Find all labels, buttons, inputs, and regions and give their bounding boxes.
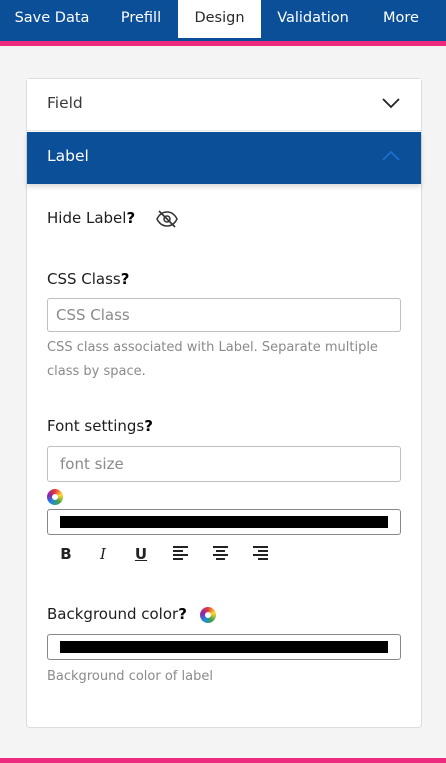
- background-color-label: Background color?: [47, 605, 187, 623]
- tab-validation[interactable]: Validation: [261, 0, 365, 38]
- background-color-picker[interactable]: [47, 634, 401, 660]
- accordion-field-title: Field: [47, 94, 83, 112]
- align-right-icon[interactable]: [253, 545, 269, 561]
- font-size-input[interactable]: [47, 446, 401, 482]
- css-class-text: CSS Class: [47, 270, 121, 288]
- italic-button[interactable]: I: [92, 543, 114, 565]
- align-center-icon[interactable]: [213, 545, 229, 561]
- help-icon[interactable]: ?: [144, 417, 153, 435]
- help-icon[interactable]: ?: [178, 605, 187, 623]
- font-settings-text: Font settings: [47, 417, 145, 435]
- css-class-label: CSS Class?: [47, 270, 129, 288]
- font-settings-label: Font settings?: [47, 417, 153, 435]
- background-color-text: Background color: [47, 605, 179, 623]
- hide-label-label: Hide Label?: [47, 209, 135, 227]
- help-icon[interactable]: ?: [126, 209, 135, 227]
- underline-button[interactable]: U: [130, 543, 152, 565]
- accordion-label-title: Label: [47, 147, 89, 165]
- accordion-field-header[interactable]: Field: [27, 79, 421, 131]
- help-icon[interactable]: ?: [121, 270, 130, 288]
- tab-bar: Save Data Prefill Design Validation More: [0, 0, 446, 46]
- tab-design[interactable]: Design: [178, 0, 261, 38]
- bottom-accent-bar: [0, 758, 446, 763]
- color-wheel-icon[interactable]: [47, 489, 63, 505]
- bold-button[interactable]: B: [55, 543, 77, 565]
- css-class-help-text: CSS class associated with Label. Separat…: [47, 340, 378, 379]
- hide-label-text: Hide Label: [47, 209, 127, 227]
- background-color-swatch: [60, 641, 388, 653]
- color-wheel-icon[interactable]: [200, 607, 216, 623]
- font-color-picker[interactable]: [47, 509, 401, 535]
- font-color-swatch: [60, 516, 388, 528]
- eye-off-icon[interactable]: [156, 210, 178, 228]
- chevron-down-icon: [382, 98, 400, 109]
- css-class-input[interactable]: [47, 298, 401, 332]
- tab-save-data[interactable]: Save Data: [0, 0, 104, 38]
- accordion-label-header[interactable]: Label: [27, 132, 421, 184]
- tab-more[interactable]: More: [365, 0, 437, 38]
- chevron-up-icon: [382, 150, 400, 161]
- settings-panel: Field Label Hide Label? CSS Class? CSS c…: [26, 78, 422, 728]
- background-color-help-text: Background color of label: [47, 669, 213, 684]
- align-left-icon[interactable]: [173, 545, 189, 561]
- tab-prefill[interactable]: Prefill: [104, 0, 178, 38]
